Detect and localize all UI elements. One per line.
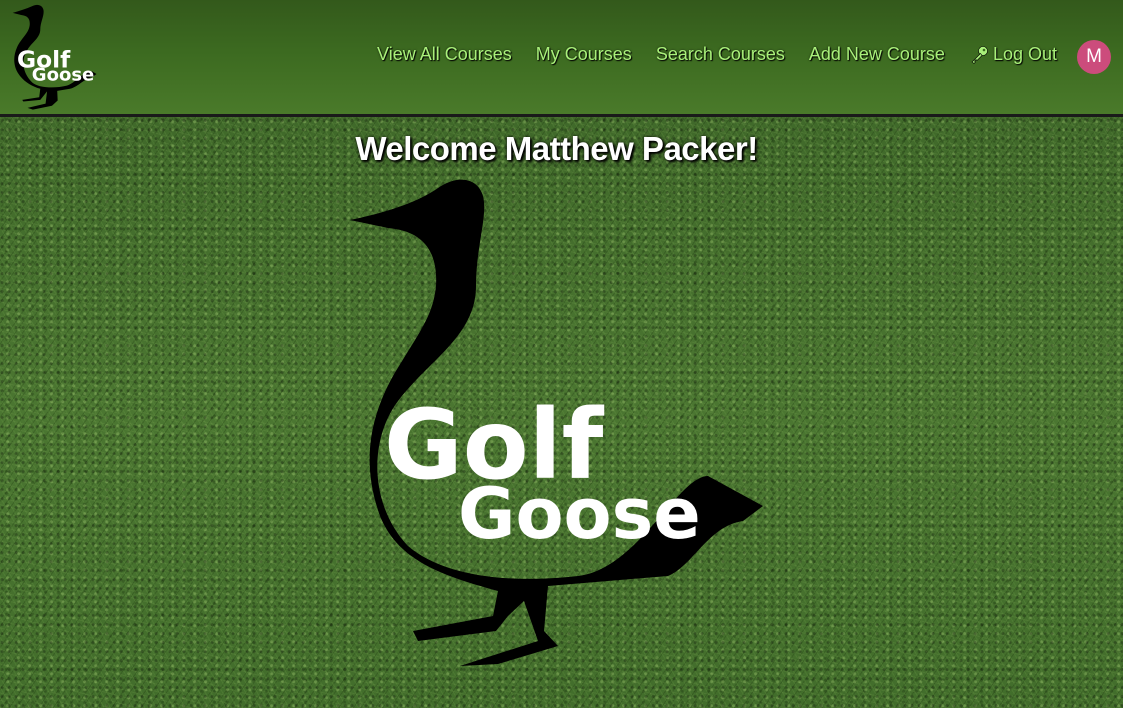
nav-my-courses[interactable]: My Courses [536, 44, 632, 65]
nav-search-courses[interactable]: Search Courses [656, 44, 785, 65]
welcome-heading: Welcome Matthew Packer! [355, 130, 758, 167]
navbar-logo[interactable]: Golf Goose [8, 4, 98, 110]
nav-log-out[interactable]: Log Out [969, 44, 1057, 65]
hero-goose-logo: Golf Goose [350, 179, 763, 666]
log-out-label: Log Out [992, 44, 1057, 64]
nav-view-all-courses[interactable]: View All Courses [377, 44, 512, 65]
navbar-logo-line2: Goose [32, 64, 94, 85]
key-icon [971, 45, 988, 64]
hero-logo-line2: Goose [458, 473, 701, 555]
avatar[interactable]: M [1077, 40, 1111, 74]
nav-add-new-course[interactable]: Add New Course [809, 44, 945, 65]
nav-links: View All Courses My Courses Search Cours… [377, 44, 1057, 65]
navbar: Golf Goose View All Courses My Courses S… [0, 0, 1123, 117]
